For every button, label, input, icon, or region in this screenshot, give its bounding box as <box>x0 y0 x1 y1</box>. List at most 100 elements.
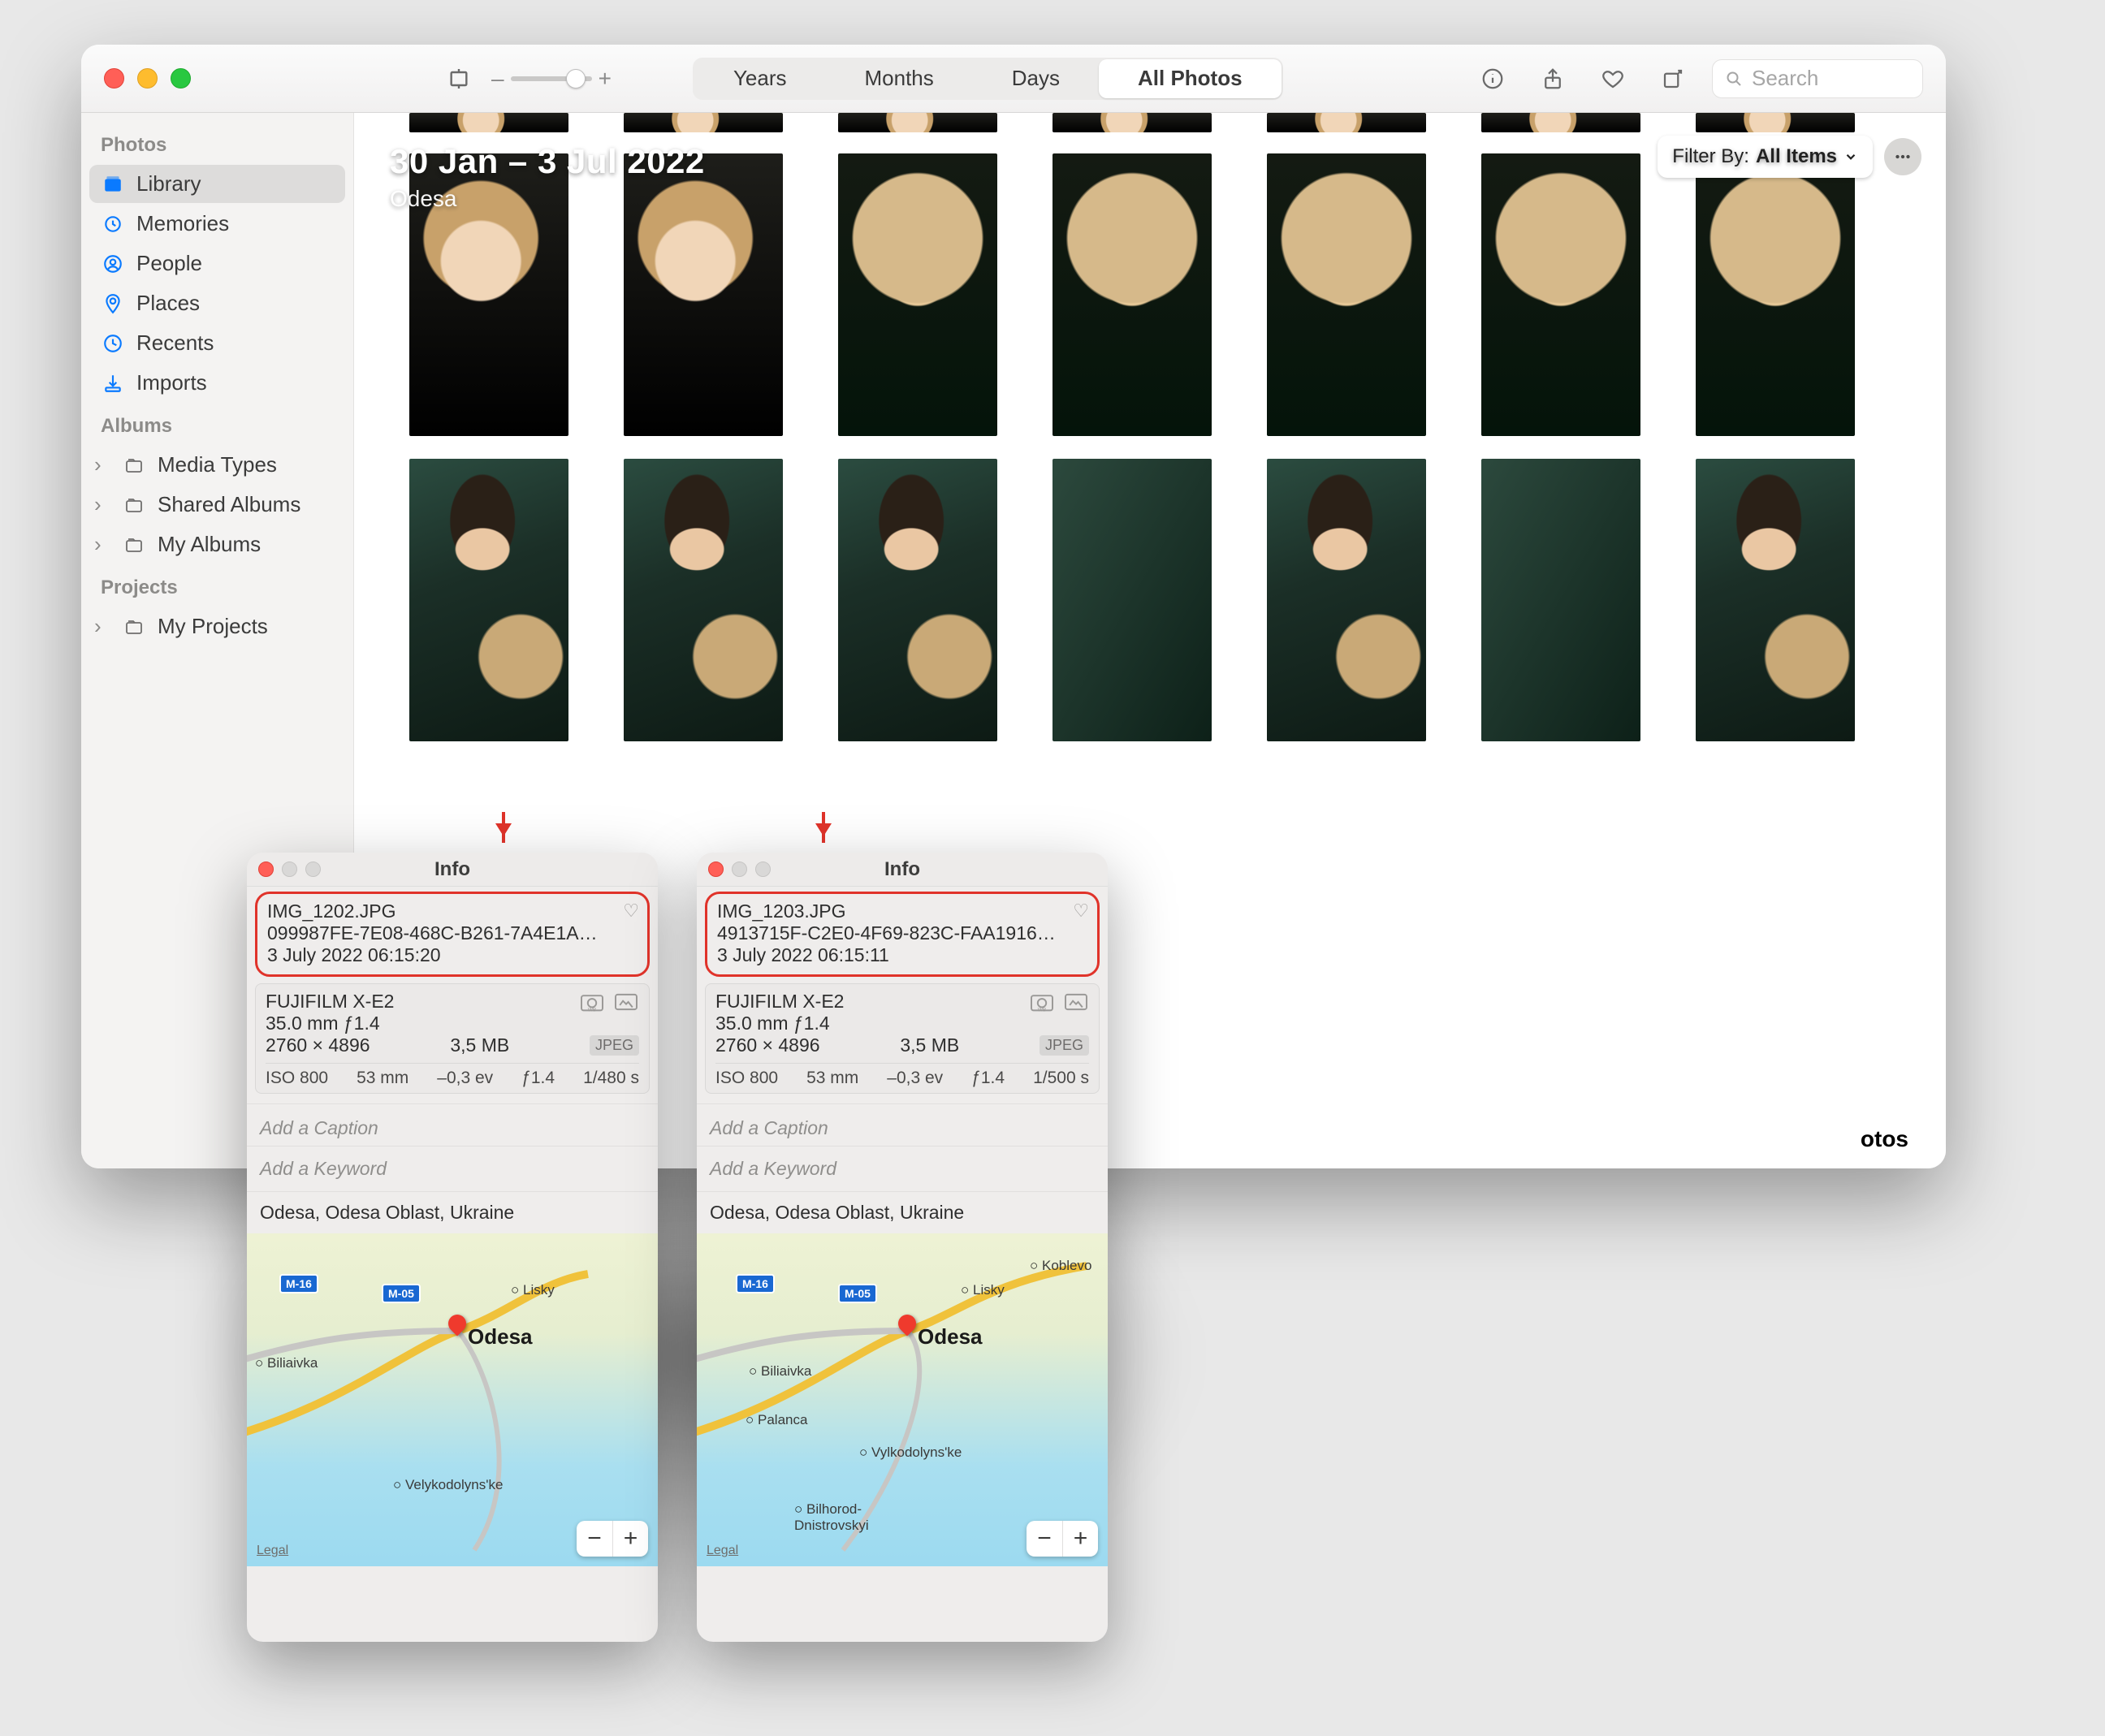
photo-thumbnail[interactable] <box>1052 459 1212 741</box>
minimize-window-button[interactable] <box>137 68 158 89</box>
chevron-right-icon: › <box>94 452 109 477</box>
zoom-out-button[interactable]: − <box>577 1521 612 1557</box>
people-icon <box>101 252 125 276</box>
sidebar-item-places[interactable]: Places <box>89 284 345 322</box>
aperture-label: ƒ1.4 <box>521 1069 555 1088</box>
sidebar-item-my-albums[interactable]: › My Albums <box>89 525 345 564</box>
map-legal-link[interactable]: Legal <box>707 1544 738 1558</box>
more-button[interactable] <box>1884 138 1921 175</box>
format-badge: JPEG <box>590 1035 639 1056</box>
seg-years[interactable]: Years <box>694 59 826 98</box>
share-icon[interactable] <box>1538 64 1567 93</box>
info-panel: Info ♡ IMG_1202.JPG 099987FE-7E08-468C-B… <box>247 853 658 1642</box>
photo-thumbnail[interactable] <box>1267 459 1426 741</box>
rotate-icon[interactable] <box>1658 64 1688 93</box>
sidebar-item-people[interactable]: People <box>89 244 345 283</box>
close-window-button[interactable] <box>104 68 124 89</box>
photo-thumbnail[interactable] <box>1481 459 1640 741</box>
focal-length-label: 53 mm <box>806 1069 858 1088</box>
iso-label: ISO 800 <box>266 1069 328 1088</box>
places-icon <box>101 291 125 316</box>
camera-model: FUJIFILM X-E2 <box>266 991 394 1013</box>
dimensions-label: 2760 × 4896 <box>266 1034 370 1056</box>
info-icon[interactable] <box>1478 64 1507 93</box>
info-title: Info <box>434 858 470 881</box>
zoom-window-button[interactable] <box>171 68 191 89</box>
zoom-in-button[interactable]: + <box>612 1521 648 1557</box>
close-panel-button[interactable] <box>708 862 724 877</box>
zoom-in-button[interactable]: + <box>1062 1521 1098 1557</box>
location-map[interactable]: Odesa Lisky Biliaivka Velykodolyns'ke M-… <box>247 1233 658 1566</box>
slider-minus: – <box>491 66 504 92</box>
map-legal-link[interactable]: Legal <box>257 1544 288 1558</box>
info-panel: Info ♡ IMG_1203.JPG 4913715F-C2E0-4F69-8… <box>697 853 1108 1642</box>
camera-model: FUJIFILM X-E2 <box>715 991 844 1013</box>
shutter-label: 1/480 s <box>583 1069 639 1088</box>
seg-months[interactable]: Months <box>825 59 972 98</box>
favorite-icon[interactable] <box>1598 64 1627 93</box>
map-zoom-controls: −+ <box>577 1521 648 1557</box>
aperture-label: ƒ1.4 <box>971 1069 1005 1088</box>
photo-thumbnail[interactable] <box>1696 459 1855 741</box>
info-uuid: 4913715F-C2E0-4F69-823C-FAA1916745B… <box>717 922 1058 944</box>
info-titlebar: Info <box>247 853 658 887</box>
map-pin-icon <box>894 1311 919 1336</box>
close-panel-button[interactable] <box>258 862 274 877</box>
iso-label: ISO 800 <box>715 1069 778 1088</box>
sidebar-item-imports[interactable]: Imports <box>89 364 345 402</box>
titlebar: – + Years Months Days All Photos Search <box>81 45 1946 113</box>
sidebar-item-recents[interactable]: Recents <box>89 324 345 362</box>
sidebar-item-my-projects[interactable]: › My Projects <box>89 607 345 646</box>
annotation-arrow <box>502 812 505 843</box>
photo-thumbnail[interactable] <box>409 459 568 741</box>
info-datetime: 3 July 2022 06:15:20 <box>267 944 638 966</box>
sidebar-item-library[interactable]: Library <box>89 165 345 203</box>
folder-icon <box>122 493 146 517</box>
imports-icon <box>101 371 125 395</box>
folder-icon <box>122 453 146 477</box>
svg-text:WB: WB <box>1038 1007 1046 1012</box>
filesize-label: 3,5 MB <box>900 1034 959 1056</box>
search-field[interactable]: Search <box>1712 59 1923 98</box>
chevron-right-icon: › <box>94 532 109 557</box>
aspect-icon[interactable] <box>443 63 475 95</box>
seg-all-photos[interactable]: All Photos <box>1099 59 1282 98</box>
lens-label: 35.0 mm ƒ1.4 <box>715 1013 1089 1034</box>
keyword-field[interactable]: Add a Keyword <box>697 1147 1108 1192</box>
keyword-field[interactable]: Add a Keyword <box>247 1147 658 1192</box>
caption-field[interactable]: Add a Caption <box>247 1103 658 1147</box>
svg-text:WB: WB <box>588 1007 596 1012</box>
favorite-icon[interactable]: ♡ <box>1073 900 1089 922</box>
chevron-right-icon: › <box>94 492 109 517</box>
photo-thumbnail[interactable] <box>624 459 783 741</box>
raw-wb-icon[interactable]: WB <box>1029 991 1089 1013</box>
folder-icon <box>122 615 146 639</box>
favorite-icon[interactable]: ♡ <box>623 900 639 922</box>
info-highlighted-block: ♡ IMG_1203.JPG 4913715F-C2E0-4F69-823C-F… <box>705 892 1100 977</box>
lens-label: 35.0 mm ƒ1.4 <box>266 1013 639 1034</box>
photo-thumbnail[interactable] <box>838 459 997 741</box>
focal-length-label: 53 mm <box>357 1069 408 1088</box>
sidebar-item-media-types[interactable]: › Media Types <box>89 446 345 484</box>
location-map[interactable]: Odesa Lisky Biliaivka Vylkodolyns'ke Pal… <box>697 1233 1108 1566</box>
raw-wb-icon[interactable]: WB <box>579 991 639 1013</box>
chevron-right-icon: › <box>94 614 109 639</box>
dimensions-label: 2760 × 4896 <box>715 1034 820 1056</box>
thumbnail-size-slider[interactable]: – + <box>491 66 612 92</box>
info-datetime: 3 July 2022 06:15:11 <box>717 944 1087 966</box>
shutter-label: 1/500 s <box>1033 1069 1089 1088</box>
seg-days[interactable]: Days <box>973 59 1099 98</box>
info-filename: IMG_1202.JPG <box>267 900 638 922</box>
zoom-out-button[interactable]: − <box>1027 1521 1062 1557</box>
slider-plus: + <box>599 66 612 92</box>
photo-count-label: otos <box>1861 1126 1908 1152</box>
location-label[interactable]: Odesa, Odesa Oblast, Ukraine <box>697 1192 1108 1233</box>
sidebar-item-shared-albums[interactable]: › Shared Albums <box>89 486 345 524</box>
section-header: 30 Jan – 3 Jul 2022 Odesa Filter By: All… <box>354 113 1946 300</box>
info-camera-block: FUJIFILM X-E2 WB 35.0 mm ƒ1.4 2760 × 489… <box>705 983 1100 1094</box>
filter-button[interactable]: Filter By: All Items <box>1658 136 1873 178</box>
map-pin-icon <box>444 1311 469 1336</box>
caption-field[interactable]: Add a Caption <box>697 1103 1108 1147</box>
location-label[interactable]: Odesa, Odesa Oblast, Ukraine <box>247 1192 658 1233</box>
sidebar-item-memories[interactable]: Memories <box>89 205 345 243</box>
